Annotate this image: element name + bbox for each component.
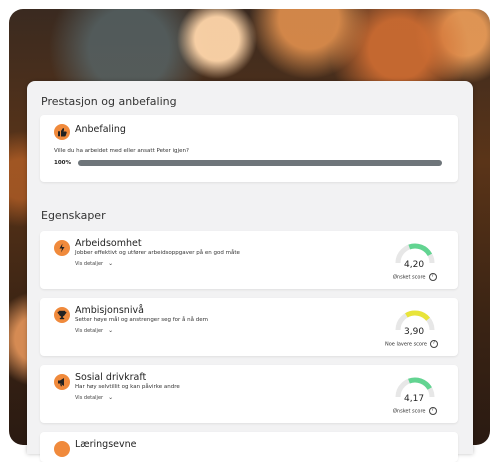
recommendation-progress-fill — [78, 160, 442, 166]
trait-card-sosial-drivkraft: Sosial drivkraft Har høy selvtillit og k… — [40, 365, 458, 423]
trophy-icon — [54, 307, 70, 323]
lightning-icon — [54, 240, 70, 256]
trait-description: Har høy selvtillit og kan påvirke andre — [75, 384, 180, 390]
trait-description: Jobber effektivt og utfører arbeidsoppga… — [75, 250, 240, 256]
trait-score: 4,20 — [404, 260, 425, 270]
section-title-traits: Egenskaper — [41, 209, 106, 222]
trait-card-ambisjonsniva: Ambisjonsnivå Setter høye mål og anstren… — [40, 298, 458, 356]
help-icon[interactable]: ? — [428, 407, 437, 415]
trait-description: Setter høye mål og anstrenger seg for å … — [75, 317, 208, 323]
chevron-down-icon: ⌄ — [108, 327, 114, 334]
trait-card-laeringsevne: Læringsevne — [40, 432, 458, 462]
recommendation-progress-bar — [78, 160, 442, 166]
trait-title: Arbeidsomhet — [75, 238, 142, 249]
trait-card-arbeidsomhet: Arbeidsomhet Jobber effektivt og utfører… — [40, 231, 458, 289]
results-panel: Prestasjon og anbefaling Anbefaling Vill… — [27, 81, 473, 462]
recommendation-question: Ville du ha arbeidet med eller ansatt Pe… — [54, 148, 189, 154]
section-title-performance: Prestasjon og anbefaling — [41, 95, 177, 108]
megaphone-icon — [54, 374, 70, 390]
chevron-down-icon: ⌄ — [108, 394, 114, 401]
thumbs-up-icon — [54, 124, 70, 140]
trait-score: 4,17 — [404, 394, 425, 404]
details-toggle[interactable]: Vis detaljer ⌄ — [75, 260, 113, 267]
details-toggle[interactable]: Vis detaljer ⌄ — [75, 394, 113, 401]
score-label: Noe lavere score? — [385, 340, 438, 348]
help-icon[interactable]: ? — [428, 273, 437, 281]
details-label: Vis detaljer — [75, 261, 104, 267]
score-label: Ønsket score? — [393, 407, 437, 415]
recommendation-title: Anbefaling — [75, 124, 126, 135]
details-toggle[interactable]: Vis detaljer ⌄ — [75, 327, 113, 334]
trait-score: 3,90 — [404, 327, 425, 337]
chevron-down-icon: ⌄ — [108, 260, 114, 267]
details-label: Vis detaljer — [75, 328, 104, 334]
score-label: Ønsket score? — [393, 273, 437, 281]
details-label: Vis detaljer — [75, 395, 104, 401]
brain-icon — [54, 441, 70, 457]
recommendation-percent: 100% — [54, 160, 71, 166]
help-icon[interactable]: ? — [430, 340, 438, 348]
trait-title: Sosial drivkraft — [75, 372, 147, 383]
trait-title: Ambisjonsnivå — [75, 305, 144, 316]
trait-title: Læringsevne — [75, 439, 137, 450]
recommendation-card: Anbefaling Ville du ha arbeidet med elle… — [40, 115, 458, 182]
